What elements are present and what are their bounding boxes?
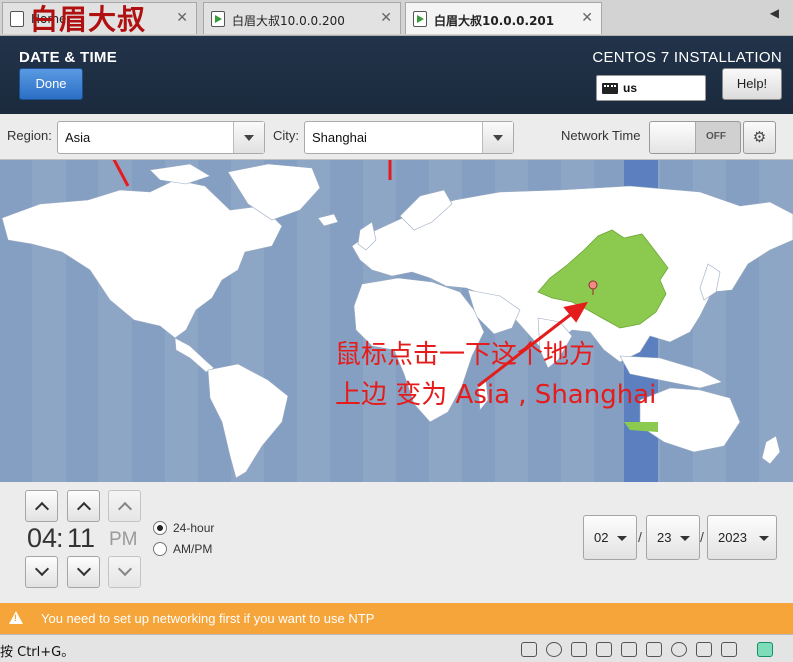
- year-dropdown[interactable]: 2023: [707, 515, 777, 560]
- done-button[interactable]: Done: [19, 68, 83, 100]
- city-dropdown[interactable]: Shanghai: [304, 121, 514, 154]
- chevron-down-icon: [117, 561, 133, 577]
- switch-knob: [650, 122, 696, 153]
- network-adapter-icon[interactable]: [571, 642, 587, 657]
- period-display: PM: [109, 529, 138, 550]
- format-ampm-label[interactable]: AM/PM: [173, 542, 212, 556]
- product-title: CENTOS 7 INSTALLATION: [592, 49, 782, 66]
- display-icon[interactable]: [721, 642, 737, 657]
- printer-icon[interactable]: [596, 642, 612, 657]
- chevron-down-icon: [34, 561, 50, 577]
- minute-up-button[interactable]: [67, 490, 100, 522]
- close-icon[interactable]: ✕: [380, 10, 392, 26]
- chevron-down-icon: [680, 536, 690, 541]
- time-date-panel: 04 : 11 PM 24-hour AM/PM 02 / 23 / 2023: [0, 482, 793, 603]
- installer-header: DATE & TIME Done CENTOS 7 INSTALLATION u…: [0, 36, 793, 114]
- format-ampm-radio[interactable]: [153, 542, 167, 556]
- keyboard-icon: [602, 83, 618, 94]
- period-down-button[interactable]: [108, 556, 141, 588]
- home-page-icon: [10, 11, 24, 27]
- annotation-line-1: 鼠标点击一下这个地方: [335, 340, 596, 370]
- keyboard-layout-label: us: [623, 81, 638, 95]
- month-value: 02: [594, 530, 609, 545]
- chevron-up-icon: [34, 501, 50, 517]
- vm-tab-bar: Home ✕ 白眉大叔 白眉大叔10.0.0.200 ✕ 白眉大叔10.0.0.…: [0, 0, 793, 36]
- period-up-button[interactable]: [108, 490, 141, 522]
- cd-dvd-icon[interactable]: [546, 642, 562, 657]
- timezone-map[interactable]: 鼠标点击一下这个地方 上边 变为 Asia , Shanghai: [0, 160, 793, 482]
- network-time-label: Network Time: [561, 128, 641, 143]
- hour-down-button[interactable]: [25, 556, 58, 588]
- vm-window: Home ✕ 白眉大叔 白眉大叔10.0.0.200 ✕ 白眉大叔10.0.0.…: [0, 0, 793, 662]
- sound-icon[interactable]: [621, 642, 637, 657]
- status-hint: 按 Ctrl+G。: [0, 645, 75, 660]
- keyboard-layout-indicator[interactable]: us: [596, 75, 706, 101]
- chevron-down-icon: [76, 561, 92, 577]
- usb-device-icon[interactable]: [646, 642, 662, 657]
- vm-running-icon: [413, 11, 427, 27]
- gear-icon: ⚙: [752, 129, 767, 146]
- year-value: 2023: [718, 530, 747, 545]
- network-time-switch[interactable]: OFF: [649, 121, 741, 154]
- shared-folder-icon[interactable]: [696, 642, 712, 657]
- timezone-selector-bar: Region: Asia City: Shanghai Network Time…: [0, 114, 793, 160]
- warning-icon: [9, 611, 23, 624]
- day-dropdown[interactable]: 23: [646, 515, 700, 560]
- close-icon[interactable]: ✕: [581, 10, 593, 26]
- vm-message-icon[interactable]: [757, 642, 773, 657]
- minute-down-button[interactable]: [67, 556, 100, 588]
- format-24-hour-label[interactable]: 24-hour: [173, 521, 214, 535]
- chevron-up-icon: [117, 501, 133, 517]
- chevron-down-icon[interactable]: [482, 122, 513, 153]
- chevron-down-icon[interactable]: [233, 122, 264, 153]
- chevron-down-icon: [617, 536, 627, 541]
- vm-tab-label: 白眉大叔10.0.0.201: [434, 14, 555, 28]
- vm-running-icon: [211, 11, 225, 27]
- help-button[interactable]: Help!: [722, 68, 782, 100]
- minutes-display: 11: [67, 523, 96, 553]
- chevron-up-icon: [76, 501, 92, 517]
- time-separator: :: [56, 523, 64, 553]
- watermark-logo: 白眉大叔: [30, 3, 147, 36]
- region-dropdown[interactable]: Asia: [57, 121, 265, 154]
- vm-tab-label: 白眉大叔10.0.0.200: [232, 14, 345, 28]
- chevron-down-icon: [759, 536, 769, 541]
- month-dropdown[interactable]: 02: [583, 515, 637, 560]
- date-separator: /: [700, 529, 704, 545]
- camera-icon[interactable]: [671, 642, 687, 657]
- hard-disk-icon[interactable]: [521, 642, 537, 657]
- vm-tab-201[interactable]: 白眉大叔10.0.0.201 ✕: [405, 2, 602, 34]
- ntp-settings-button[interactable]: ⚙: [743, 121, 776, 154]
- switch-state: OFF: [706, 131, 726, 142]
- city-label: City:: [273, 128, 299, 143]
- world-map-graphic: [0, 160, 793, 482]
- vm-status-bar: 按 Ctrl+G。: [0, 634, 793, 662]
- region-value: Asia: [65, 130, 91, 145]
- ntp-warning-bar: You need to set up networking first if y…: [0, 603, 793, 634]
- date-separator: /: [638, 529, 642, 545]
- hour-up-button[interactable]: [25, 490, 58, 522]
- vm-tab-200[interactable]: 白眉大叔10.0.0.200 ✕: [203, 2, 401, 34]
- day-value: 23: [657, 530, 672, 545]
- annotation-line-2: 上边 变为 Asia , Shanghai: [335, 380, 657, 410]
- warning-message: You need to set up networking first if y…: [41, 611, 375, 626]
- page-title: DATE & TIME: [19, 49, 118, 66]
- format-24-hour-radio[interactable]: [153, 521, 167, 535]
- region-label: Region:: [7, 128, 52, 143]
- tab-scroll-left-icon[interactable]: ◀: [770, 6, 779, 20]
- city-value: Shanghai: [312, 130, 367, 145]
- hours-display: 04: [27, 523, 58, 553]
- close-icon[interactable]: ✕: [176, 10, 188, 26]
